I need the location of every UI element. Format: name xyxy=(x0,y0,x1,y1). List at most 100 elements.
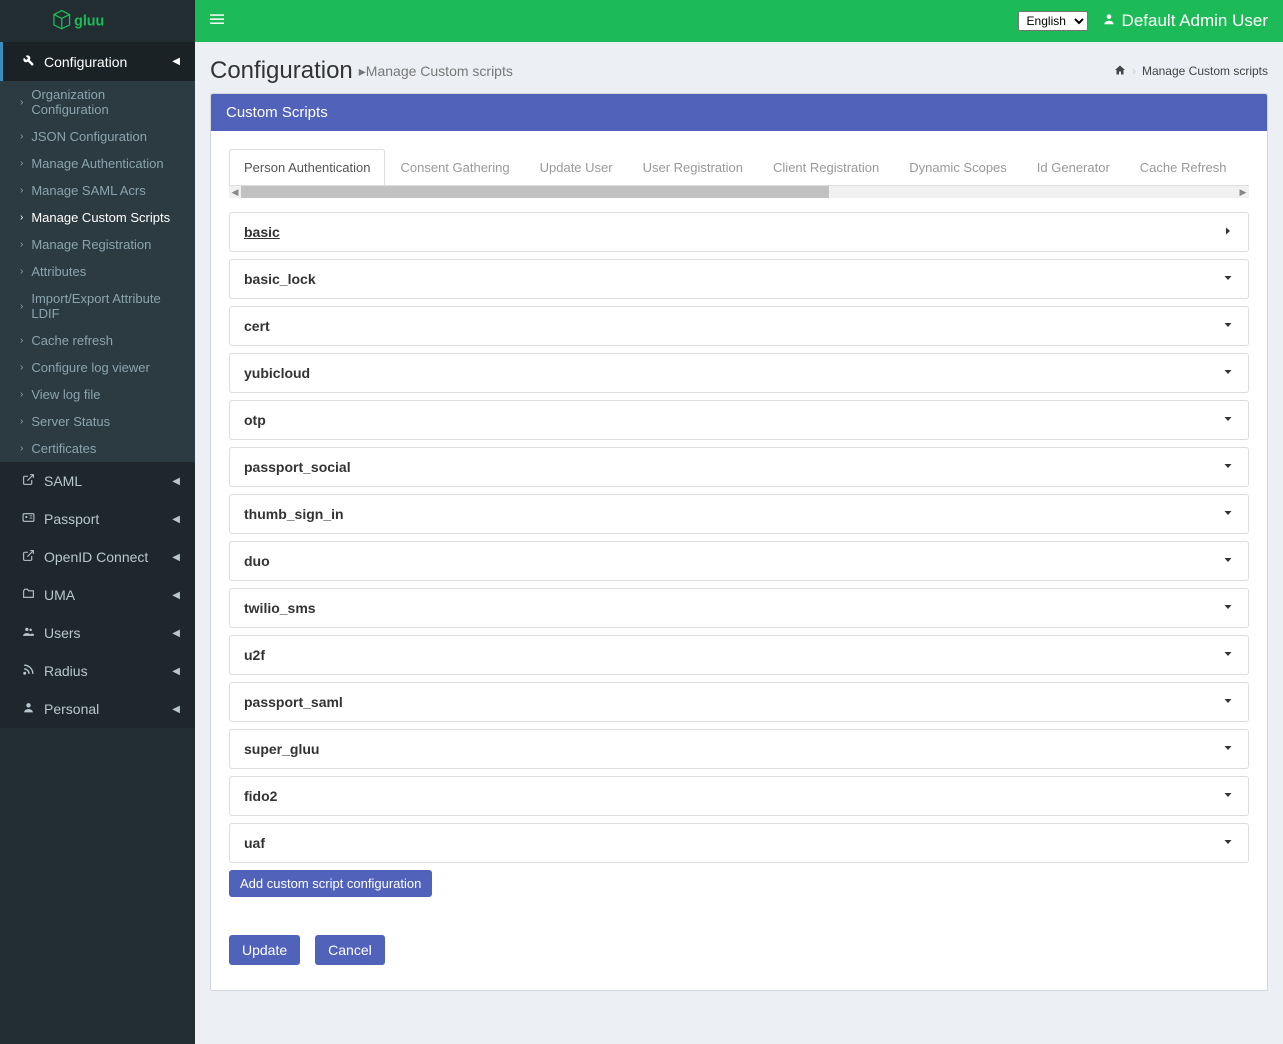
scrollbar-track[interactable] xyxy=(241,186,1237,198)
script-header-super-gluu[interactable]: super_gluu xyxy=(230,730,1248,768)
script-header-yubicloud[interactable]: yubicloud xyxy=(230,354,1248,392)
script-item: duo xyxy=(229,541,1249,581)
subnav-configure-log-viewer[interactable]: ›Configure log viewer xyxy=(0,354,195,381)
script-header-otp[interactable]: otp xyxy=(230,401,1248,439)
tab-consent-gathering[interactable]: Consent Gathering xyxy=(385,149,524,186)
scroll-right-icon[interactable]: ▶ xyxy=(1237,186,1249,198)
chevron-down-icon xyxy=(1222,741,1234,757)
add-script-row: Add custom script configuration xyxy=(229,870,1249,897)
script-item: u2f xyxy=(229,635,1249,675)
subnav-view-log-file[interactable]: ›View log file xyxy=(0,381,195,408)
nav-personal[interactable]: Personal ◀ xyxy=(0,690,195,728)
chevron-down-icon xyxy=(1222,553,1234,569)
subnav-cache-refresh[interactable]: ›Cache refresh xyxy=(0,327,195,354)
script-header-fido2[interactable]: fido2 xyxy=(230,777,1248,815)
subnav-certificates[interactable]: ›Certificates xyxy=(0,435,195,462)
breadcrumb: › Manage Custom scripts xyxy=(1114,64,1268,79)
script-header-uaf[interactable]: uaf xyxy=(230,824,1248,862)
subnav-manage-authentication[interactable]: ›Manage Authentication xyxy=(0,150,195,177)
id-card-icon xyxy=(18,511,38,527)
home-icon[interactable] xyxy=(1114,64,1126,79)
tab-update-user[interactable]: Update User xyxy=(525,149,628,186)
script-header-twilio-sms[interactable]: twilio_sms xyxy=(230,589,1248,627)
rss-icon xyxy=(18,663,38,679)
nav-saml-label: SAML xyxy=(44,473,82,489)
script-header-passport-saml[interactable]: passport_saml xyxy=(230,683,1248,721)
language-select[interactable]: English xyxy=(1018,11,1088,31)
user-menu[interactable]: Default Admin User xyxy=(1102,11,1268,31)
panel-header: Custom Scripts xyxy=(211,94,1267,131)
person-icon xyxy=(18,701,38,717)
chevron-right-icon xyxy=(1222,224,1234,240)
scroll-left-icon[interactable]: ◀ xyxy=(229,186,241,198)
subnav-org-config[interactable]: ›Organization Configuration xyxy=(0,81,195,123)
nav-users[interactable]: Users ◀ xyxy=(0,614,195,652)
script-item: otp xyxy=(229,400,1249,440)
chevron-down-icon xyxy=(1222,835,1234,851)
script-header-passport-social[interactable]: passport_social xyxy=(230,448,1248,486)
chevron-left-icon: ◀ xyxy=(172,514,180,525)
tab-id-generator[interactable]: Id Generator xyxy=(1022,149,1125,186)
nav-personal-label: Personal xyxy=(44,701,99,717)
tab-client-registration[interactable]: Client Registration xyxy=(758,149,894,186)
script-item: uaf xyxy=(229,823,1249,863)
cancel-button[interactable]: Cancel xyxy=(315,935,385,965)
subnav-import-export-ldif[interactable]: ›Import/Export Attribute LDIF xyxy=(0,285,195,327)
nav-uma[interactable]: UMA ◀ xyxy=(0,576,195,614)
subnav-attributes[interactable]: ›Attributes xyxy=(0,258,195,285)
script-header-basic[interactable]: basic xyxy=(230,213,1248,251)
tab-person-authentication[interactable]: Person Authentication xyxy=(229,149,385,186)
nav-uma-label: UMA xyxy=(44,587,75,603)
content: Custom Scripts Person Authentication Con… xyxy=(195,93,1283,1011)
subnav-json-config[interactable]: ›JSON Configuration xyxy=(0,123,195,150)
nav-saml[interactable]: SAML ◀ xyxy=(0,462,195,500)
add-script-button[interactable]: Add custom script configuration xyxy=(229,870,432,897)
chevron-right-icon: › xyxy=(20,97,23,108)
nav-openid[interactable]: OpenID Connect ◀ xyxy=(0,538,195,576)
script-item: super_gluu xyxy=(229,729,1249,769)
script-item: basic_lock xyxy=(229,259,1249,299)
sidebar-toggle[interactable] xyxy=(210,12,224,31)
tabs-scrollbar[interactable]: ◀ ▶ xyxy=(229,186,1249,198)
script-header-basic-lock[interactable]: basic_lock xyxy=(230,260,1248,298)
sidebar-menu: Configuration ◀ ›Organization Configurat… xyxy=(0,42,195,728)
gluu-logo-icon: gluu xyxy=(52,8,143,34)
subnav-manage-saml-acrs[interactable]: ›Manage SAML Acrs xyxy=(0,177,195,204)
breadcrumb-current: Manage Custom scripts xyxy=(1142,64,1268,78)
scrollbar-thumb[interactable] xyxy=(241,186,829,198)
chevron-right-icon: › xyxy=(20,443,23,454)
chevron-right-icon: › xyxy=(20,301,23,312)
page-title: Configuration xyxy=(210,57,353,85)
chevron-left-icon: ◀ xyxy=(172,628,180,639)
chevron-down-icon xyxy=(1222,788,1234,804)
user-label: Default Admin User xyxy=(1122,11,1268,31)
script-item: yubicloud xyxy=(229,353,1249,393)
tab-uma-rpt-policies[interactable]: UMA RPT Policies xyxy=(1242,149,1249,186)
subnav-server-status[interactable]: ›Server Status xyxy=(0,408,195,435)
tab-cache-refresh[interactable]: Cache Refresh xyxy=(1125,149,1242,186)
external-link-icon xyxy=(18,549,38,565)
breadcrumb-separator: › xyxy=(1132,64,1136,78)
nav-configuration[interactable]: Configuration ◀ xyxy=(0,42,195,81)
script-header-thumb-sign-in[interactable]: thumb_sign_in xyxy=(230,495,1248,533)
custom-scripts-panel: Custom Scripts Person Authentication Con… xyxy=(210,93,1268,991)
page-subtitle: ▸Manage Custom scripts xyxy=(359,63,513,80)
wrench-icon xyxy=(18,53,38,70)
subnav-manage-custom-scripts[interactable]: ›Manage Custom Scripts xyxy=(0,204,195,231)
script-header-u2f[interactable]: u2f xyxy=(230,636,1248,674)
tab-dynamic-scopes[interactable]: Dynamic Scopes xyxy=(894,149,1022,186)
nav-radius[interactable]: Radius ◀ xyxy=(0,652,195,690)
tabs: Person Authentication Consent Gathering … xyxy=(229,149,1249,186)
chevron-right-icon: › xyxy=(20,158,23,169)
script-header-duo[interactable]: duo xyxy=(230,542,1248,580)
chevron-down-icon xyxy=(1222,600,1234,616)
chevron-down-icon xyxy=(1222,647,1234,663)
tab-user-registration[interactable]: User Registration xyxy=(628,149,758,186)
nav-passport[interactable]: Passport ◀ xyxy=(0,500,195,538)
users-icon xyxy=(18,625,38,641)
subnav-manage-registration[interactable]: ›Manage Registration xyxy=(0,231,195,258)
chevron-right-icon: › xyxy=(20,362,23,373)
script-header-cert[interactable]: cert xyxy=(230,307,1248,345)
brand-logo[interactable]: gluu xyxy=(0,0,195,42)
update-button[interactable]: Update xyxy=(229,935,300,965)
